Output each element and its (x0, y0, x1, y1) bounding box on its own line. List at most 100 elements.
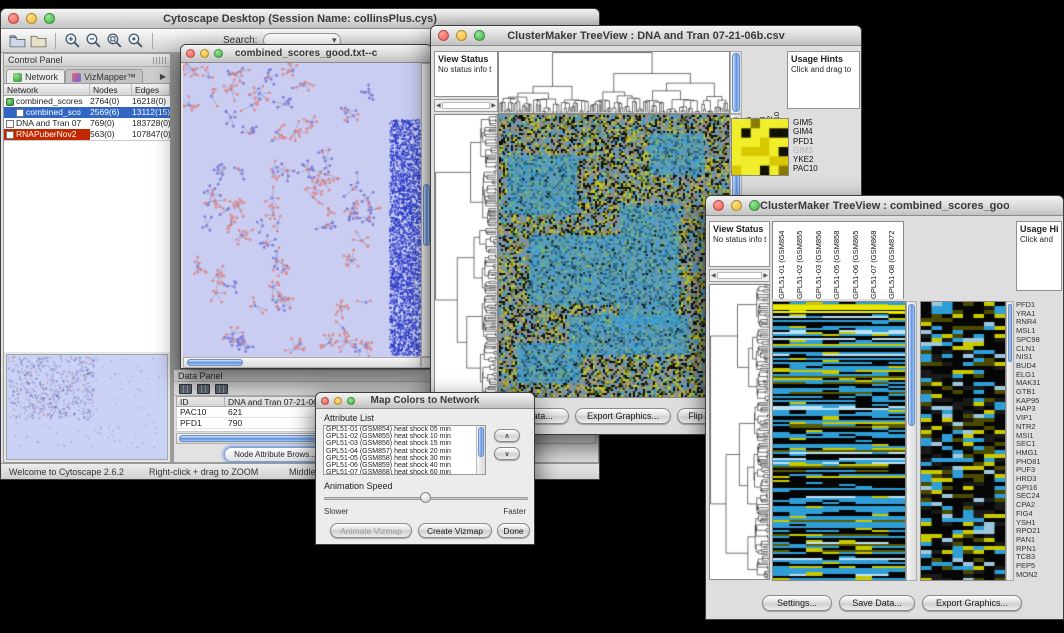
node-attribute-browser-tab[interactable]: Node Attribute Brows... (224, 447, 326, 462)
attribute-item[interactable]: GPL51-02 (GSM855) heat shock 10 min (324, 433, 485, 440)
row-dendrogram-canvas[interactable] (434, 114, 498, 398)
minimize-icon[interactable] (456, 30, 467, 41)
dialog-titlebar[interactable]: Map Colors to Network (316, 393, 534, 409)
scroll-right-icon[interactable]: ▶ (491, 102, 496, 109)
network-tree-row[interactable]: combined_sco 2569(6) 13112(15) (4, 107, 170, 118)
export-graphics-button[interactable]: Export Graphics... (922, 595, 1022, 611)
scrollbar-thumb[interactable] (187, 359, 243, 366)
select-attributes-icon[interactable] (179, 384, 192, 394)
network-horizontal-scrollbar[interactable] (183, 357, 421, 368)
column-dendrogram-canvas[interactable] (498, 51, 730, 114)
overview-label[interactable]: GIM5 (793, 118, 818, 127)
animate-vizmap-button[interactable]: Animate Vizmap (330, 523, 412, 538)
maximize-icon[interactable] (347, 397, 355, 405)
scrollbar-thumb[interactable] (478, 427, 484, 457)
scroll-track[interactable] (442, 102, 491, 109)
close-icon[interactable] (438, 30, 449, 41)
network-tree-row[interactable]: DNA and Tran 07 769(0) 183728(0) (4, 118, 170, 129)
overview-label[interactable]: GIM4 (793, 127, 818, 136)
scrollbar-thumb[interactable] (1008, 304, 1012, 362)
dendrogram-nav-scrollbar[interactable]: ◀ ▶ (709, 269, 770, 282)
move-up-button[interactable]: ∧ (494, 429, 520, 442)
zoom-out-icon[interactable] (85, 32, 102, 49)
settings-button[interactable]: Settings... (762, 595, 832, 611)
maximize-icon[interactable] (749, 200, 760, 211)
close-icon[interactable] (186, 49, 195, 58)
minimize-icon[interactable] (334, 397, 342, 405)
minimize-icon[interactable] (26, 13, 37, 24)
treeview1-titlebar[interactable]: ClusterMaker TreeView : DNA and Tran 07-… (431, 26, 861, 46)
row-dendrogram-canvas[interactable] (709, 284, 770, 580)
zoom-heatmap-canvas[interactable] (920, 301, 1006, 581)
column-label[interactable]: GPL51-03 (GSM856 (810, 222, 828, 299)
zoom-fit-icon[interactable] (106, 32, 123, 49)
tab-network[interactable]: Network (6, 69, 65, 83)
attribute-item[interactable]: GPL51-06 (GSM859) heat shock 40 min (324, 462, 485, 469)
zoom-vertical-scrollbar[interactable] (1006, 301, 1014, 581)
tab-overflow-arrow[interactable]: ▶ (156, 72, 170, 83)
gene-label[interactable]: MON2 (1016, 571, 1062, 580)
overview-label[interactable]: GIM3 (793, 146, 818, 155)
network-tree-row[interactable]: combined_scores 2764(0) 16218(0) (4, 96, 170, 107)
scrollbar-thumb[interactable] (732, 53, 740, 112)
attribute-item[interactable]: GPL51-05 (GSM858) heat shock 30 min (324, 455, 485, 462)
column-label[interactable]: GPL51-08 (GSM872 (883, 222, 901, 299)
scroll-left-icon[interactable]: ◀ (711, 272, 716, 279)
control-panel-tabs: Network VizMapper™ ▶ (4, 67, 170, 84)
open-folder-icon[interactable] (9, 32, 26, 49)
maximize-icon[interactable] (474, 30, 485, 41)
column-label[interactable]: GPL51-02 (GSM855 (791, 222, 809, 299)
scroll-left-icon[interactable]: ◀ (436, 102, 441, 109)
attribute-item[interactable]: GPL51-07 (GSM868) heat shock 60 min (324, 469, 485, 475)
column-label[interactable]: GPL51-05 (GSM858 (828, 222, 846, 299)
overview-label[interactable]: PFD1 (793, 137, 818, 146)
column-label[interactable]: GPL51-01 (GSM854 (773, 222, 791, 299)
global-overview-matrix[interactable] (731, 118, 789, 176)
attribute-item[interactable]: GPL51-04 (GSM857) heat shock 20 min (324, 448, 485, 455)
close-icon[interactable] (713, 200, 724, 211)
column-label[interactable]: GPL51-06 (GSM865 (847, 222, 865, 299)
export-graphics-button[interactable]: Export Graphics... (575, 408, 671, 424)
label-pane-scrollbar[interactable] (730, 51, 742, 114)
closed-folder-icon[interactable] (30, 32, 47, 49)
heatmap-vertical-scrollbar[interactable] (906, 301, 917, 581)
heatmap-canvas[interactable] (498, 114, 730, 398)
maximize-icon[interactable] (44, 13, 55, 24)
zoom-in-icon[interactable] (64, 32, 81, 49)
save-data-button[interactable]: Save Data... (839, 595, 915, 611)
overview-label[interactable]: PAC10 (793, 164, 818, 173)
network-graph-canvas[interactable] (183, 63, 421, 357)
tab-vizmapper[interactable]: VizMapper™ (65, 69, 143, 83)
scroll-track[interactable] (717, 272, 763, 279)
zoom-selected-icon[interactable] (127, 32, 144, 49)
move-down-button[interactable]: ∨ (494, 447, 520, 460)
dendrogram-nav-scrollbar[interactable]: ◀ ▶ (434, 99, 498, 112)
create-vizmap-button[interactable]: Create Vizmap (418, 523, 492, 538)
minimize-icon[interactable] (200, 49, 209, 58)
attribute-item[interactable]: GPL51-03 (GSM856) heat shock 15 min (324, 440, 485, 447)
attribute-list[interactable]: GPL51-01 (GSM854) heat shock 05 minGPL51… (323, 425, 486, 475)
overview-label[interactable]: YKE2 (793, 155, 818, 164)
close-icon[interactable] (8, 13, 19, 24)
scrollbar-thumb[interactable] (908, 304, 915, 426)
close-icon[interactable] (321, 397, 329, 405)
scroll-right-icon[interactable]: ▶ (763, 272, 768, 279)
panel-grip-icon[interactable] (153, 57, 167, 64)
slider-thumb[interactable] (420, 492, 431, 503)
create-attribute-icon[interactable] (197, 384, 210, 394)
column-label[interactable]: GPL51-07 (GSM868 (865, 222, 883, 299)
minimize-icon[interactable] (731, 200, 742, 211)
done-button[interactable]: Done (497, 523, 530, 538)
maximize-icon[interactable] (214, 49, 223, 58)
network-overview-thumbnail[interactable] (6, 354, 168, 460)
network-window-titlebar[interactable]: combined_scores_good.txt--cluste... (181, 45, 431, 63)
animation-speed-slider[interactable] (324, 491, 528, 505)
treeview2-titlebar[interactable]: ClusterMaker TreeView : combined_scores_… (706, 196, 1063, 216)
attribute-list-scrollbar[interactable] (476, 426, 485, 474)
heatmap-canvas[interactable] (772, 301, 906, 581)
overview-canvas[interactable] (7, 355, 169, 457)
attribute-item[interactable]: GPL51-01 (GSM854) heat shock 05 min (324, 426, 485, 433)
delete-attribute-icon[interactable] (215, 384, 228, 394)
network-tree-row[interactable]: RNAPuberNov2 563(0) 107847(0) (4, 129, 170, 140)
scrollbar-thumb[interactable] (423, 184, 430, 246)
